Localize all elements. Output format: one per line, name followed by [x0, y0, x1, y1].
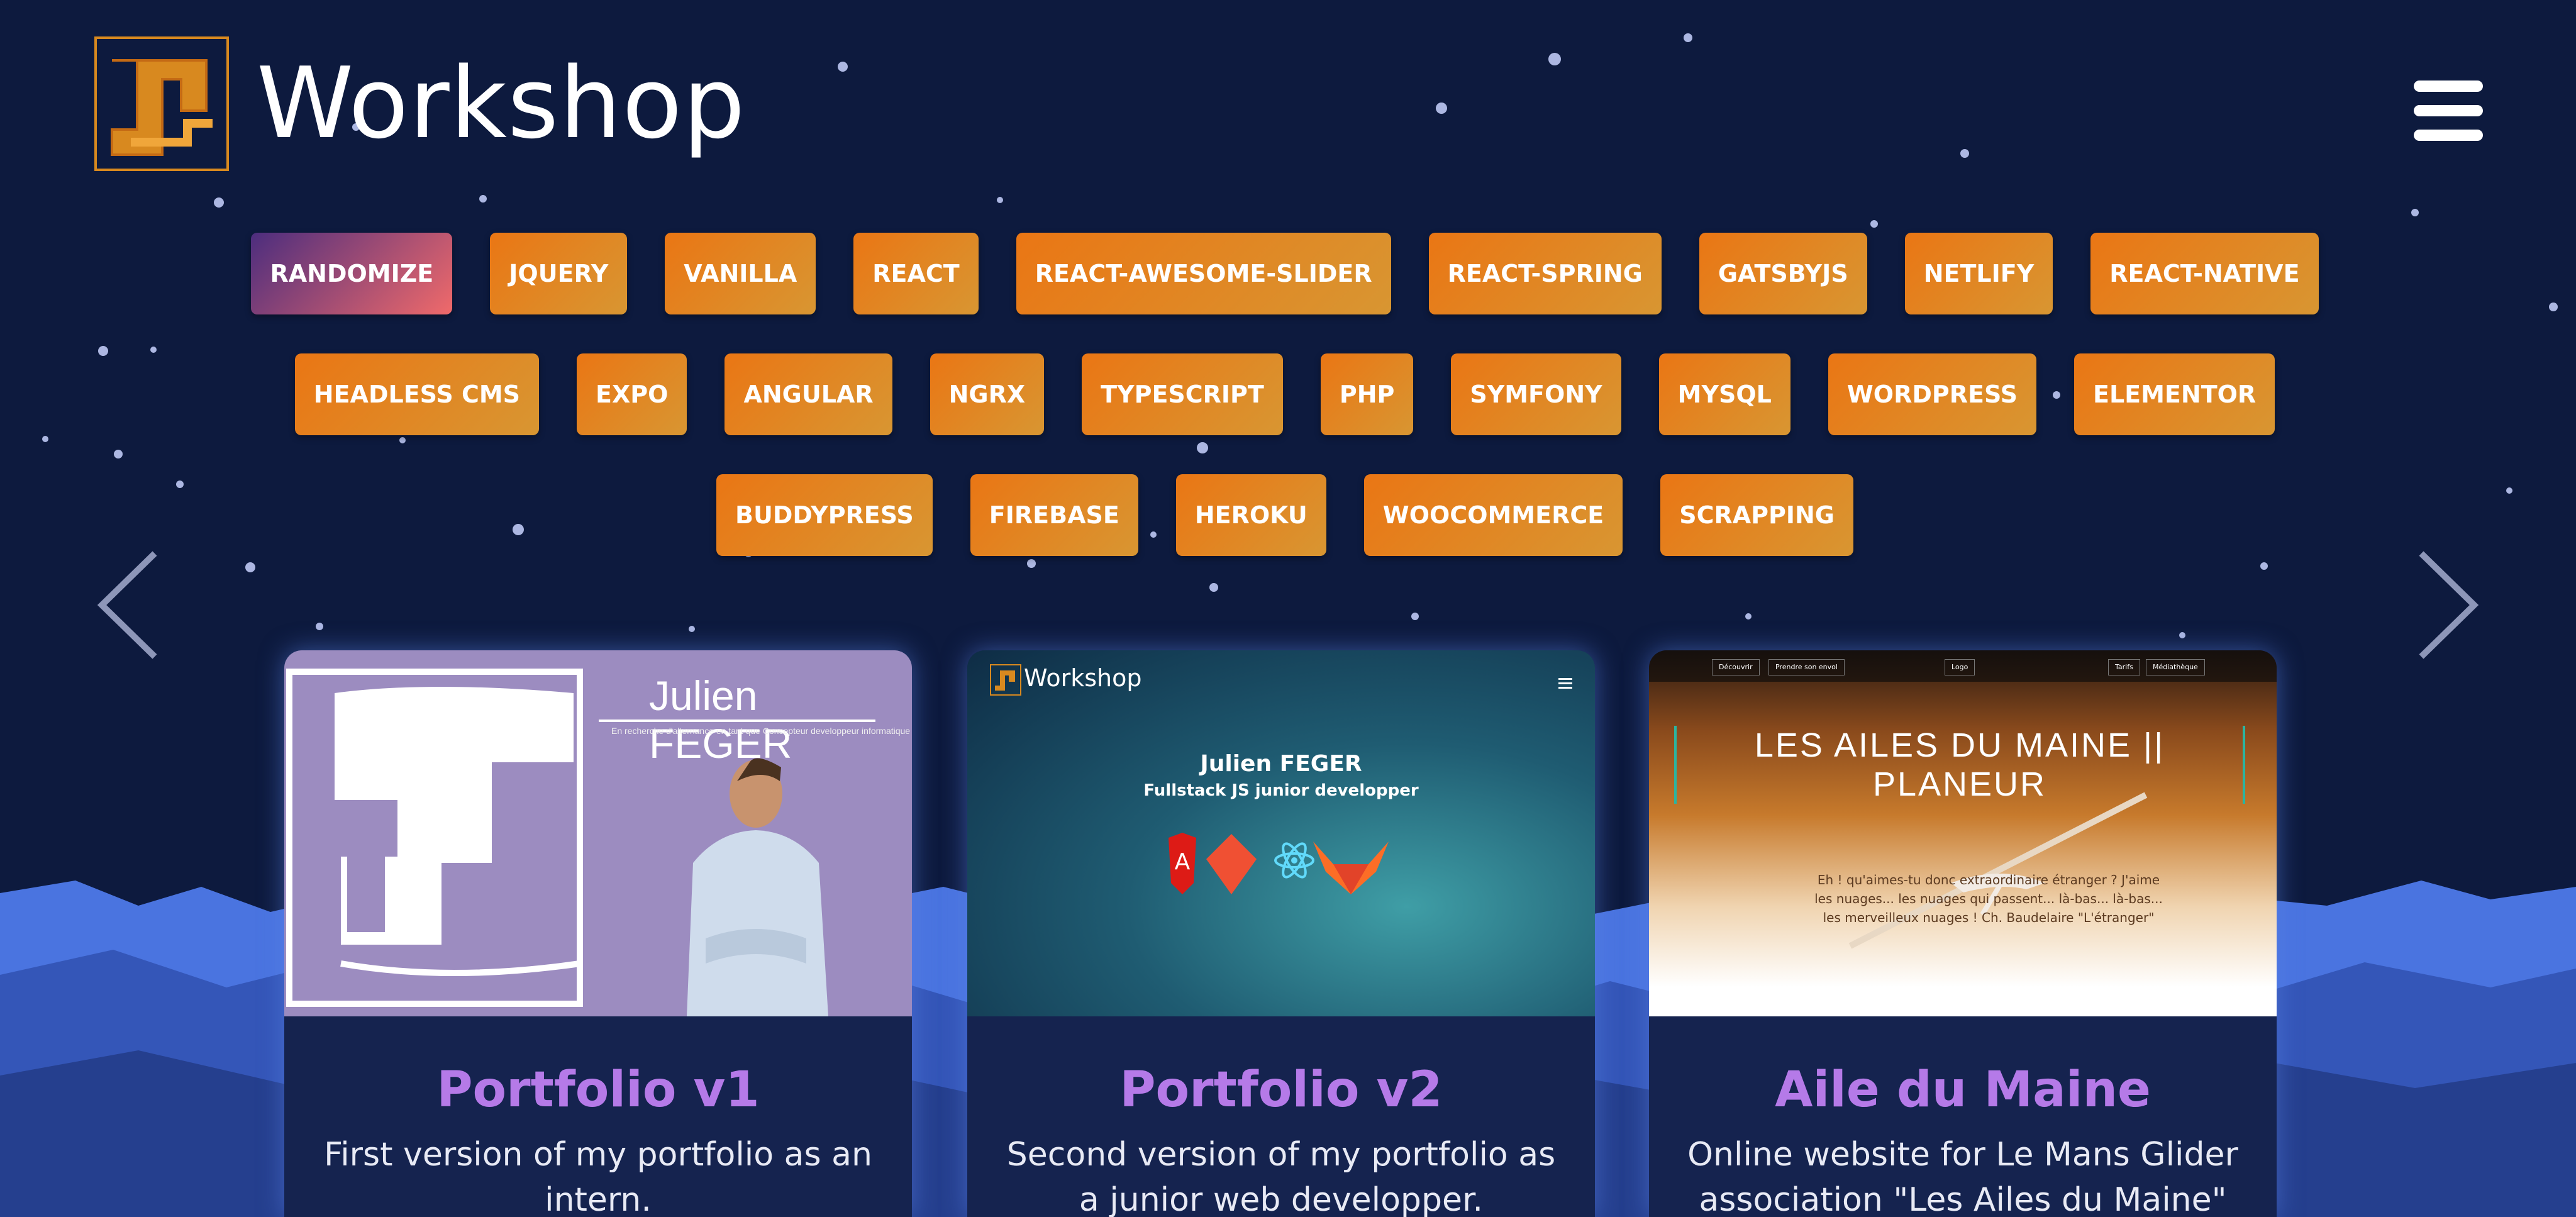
thumbnail-nav-item: Tarifs — [2108, 659, 2140, 675]
svg-text:A: A — [1175, 849, 1191, 875]
project-card[interactable]: Découvrir Prendre son envol Logo Tarifs … — [1649, 650, 2277, 1217]
project-thumbnail: Découvrir Prendre son envol Logo Tarifs … — [1649, 650, 2277, 1016]
workshop-logo-icon — [990, 664, 1021, 696]
thumbnail-divider — [599, 720, 875, 722]
hamburger-menu-icon[interactable] — [2414, 81, 2483, 141]
tag-row: RANDOMIZE JQUERY VANILLA REACT REACT-AWE… — [251, 233, 2319, 314]
tag-heroku[interactable]: HEROKU — [1175, 474, 1326, 556]
portfolio-logo-icon — [286, 669, 583, 1007]
tag-angular[interactable]: ANGULAR — [724, 353, 892, 435]
tag-php[interactable]: PHP — [1320, 353, 1414, 435]
tag-jquery[interactable]: JQUERY — [490, 233, 628, 314]
workshop-logo-icon[interactable] — [93, 35, 230, 172]
tag-woocommerce[interactable]: WOOCOMMERCE — [1363, 474, 1623, 556]
tag-vanilla[interactable]: VANILLA — [665, 233, 816, 314]
tag-row: BUDDYPRESS FIREBASE HEROKU WOOCOMMERCE S… — [283, 474, 2287, 556]
tag-filters: RANDOMIZE JQUERY VANILLA REACT REACT-AWE… — [251, 233, 2319, 595]
thumbnail-nav-item: Logo — [1945, 659, 1975, 675]
hamburger-menu-icon — [1558, 678, 1572, 689]
tag-buddypress[interactable]: BUDDYPRESS — [716, 474, 933, 556]
thumbnail-quote: Eh ! qu'aimes-tu donc extraordinaire étr… — [1814, 872, 2163, 925]
thumbnail-nav-item: Prendre son envol — [1768, 659, 1845, 675]
tag-firebase[interactable]: FIREBASE — [970, 474, 1138, 556]
tag-react-awesome-slider[interactable]: REACT-AWESOME-SLIDER — [1016, 233, 1391, 314]
tag-elementor[interactable]: ELEMENTOR — [2074, 353, 2275, 435]
tag-symfony[interactable]: SYMFONY — [1451, 353, 1621, 435]
thumbnail-name: Julien FEGER — [1200, 751, 1362, 777]
project-description: First version of my portfolio as an inte… — [324, 1136, 872, 1217]
project-thumbnail: Workshop Julien FEGER Fullstack JS junio… — [967, 650, 1595, 1016]
tag-wordpress[interactable]: WORDPRESS — [1828, 353, 2036, 435]
project-title[interactable]: Aile du Maine — [1649, 1062, 2277, 1118]
tag-ngrx[interactable]: NGRX — [930, 353, 1045, 435]
site-brand[interactable]: Workshop — [257, 54, 746, 152]
chevron-right-icon[interactable] — [2412, 548, 2482, 662]
tag-gatsbyjs[interactable]: GATSBYJS — [1699, 233, 1867, 314]
tag-headless-cms[interactable]: HEADLESS CMS — [294, 353, 540, 435]
tech-logos: A — [1169, 833, 1389, 894]
tag-netlify[interactable]: NETLIFY — [1904, 233, 2053, 314]
project-title[interactable]: Portfolio v1 — [284, 1062, 912, 1118]
project-title[interactable]: Portfolio v2 — [967, 1062, 1595, 1118]
tag-react[interactable]: REACT — [853, 233, 979, 314]
tag-react-spring[interactable]: REACT-SPRING — [1428, 233, 1662, 314]
thumbnail-nav-item: Découvrir — [1712, 659, 1760, 675]
project-description: Online website for Le Mans Glider associ… — [1687, 1136, 2238, 1217]
tag-typescript[interactable]: TYPESCRIPT — [1082, 353, 1283, 435]
project-thumbnail: Julien FEGER En recherche d'alternance e… — [284, 650, 912, 1016]
thumbnail-subtitle: En recherche d'alternance en tant que Co… — [611, 726, 911, 736]
git-icon — [1206, 834, 1257, 894]
thumbnail-navbar: Découvrir Prendre son envol Logo Tarifs … — [1649, 650, 2277, 682]
thumbnail-brand: Workshop — [1024, 664, 1142, 692]
tag-react-native[interactable]: REACT-NATIVE — [2090, 233, 2319, 314]
project-card[interactable]: Workshop Julien FEGER Fullstack JS junio… — [967, 650, 1595, 1217]
tag-scrapping[interactable]: SCRAPPING — [1660, 474, 1853, 556]
thumbnail-nav-item: Médiathèque — [2146, 659, 2205, 675]
project-card[interactable]: Julien FEGER En recherche d'alternance e… — [284, 650, 912, 1217]
tag-row: HEADLESS CMS EXPO ANGULAR NGRX TYPESCRIP… — [283, 353, 2287, 435]
tag-expo[interactable]: EXPO — [577, 353, 687, 435]
tag-mysql[interactable]: MYSQL — [1658, 353, 1790, 435]
randomize-button[interactable]: RANDOMIZE — [251, 233, 453, 314]
person-photo — [687, 758, 828, 1016]
chevron-left-icon[interactable] — [94, 548, 164, 662]
project-description: Second version of my portfolio as a juni… — [1006, 1136, 1556, 1217]
thumbnail-role: Fullstack JS junior developper — [1143, 781, 1419, 800]
